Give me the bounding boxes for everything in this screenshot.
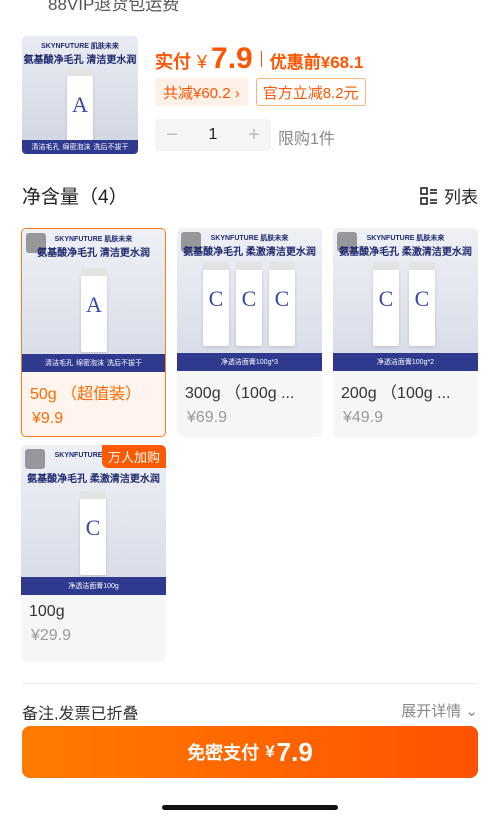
caption-bar: 净透洁面膏100g*2 <box>333 353 478 371</box>
option-image: SKYNFUTURE 肌肤未来 氨基酸净毛孔 柔激清洁更水润 C C C 净透洁… <box>177 228 322 371</box>
pay-yen: ¥ <box>265 742 275 761</box>
remark-label: 备注,发票已折叠 <box>22 706 139 720</box>
expand-details-button[interactable]: 展开详情 ⌄ <box>401 700 478 720</box>
brand-text: SKYNFUTURE 肌肤未来 <box>41 43 119 50</box>
option-card-100g[interactable]: 万人加购 SKYNFUTURE 肌肤未来 氨基酸净毛孔 柔激清洁更水润 C 净透… <box>21 445 166 662</box>
option-name: 50g （超值装） <box>30 386 142 403</box>
discount-detail-button[interactable]: 共减¥60.2 › <box>155 78 248 106</box>
chevron-down-icon: ⌄ <box>465 703 478 720</box>
claim-text: 氨基酸净毛孔 清洁更水润 <box>23 55 137 66</box>
brand-text: SKYNFUTURE 肌肤未来 <box>366 235 445 242</box>
divider <box>22 683 478 684</box>
price-before-discount: 优惠前¥68.1 <box>269 53 364 72</box>
claim-text: 氨基酸净毛孔 柔激清洁更水润 <box>339 247 472 258</box>
tube-image: C <box>80 491 106 575</box>
discount-tags: 共减¥60.2 › 官方立减8.2元 <box>155 78 366 106</box>
list-view-toggle[interactable]: 列表 <box>420 183 478 208</box>
brand-text: SKYNFUTURE 肌肤未来 <box>210 235 289 242</box>
quantity-value[interactable]: 1 <box>189 126 237 144</box>
pay-button[interactable]: 免密支付 ¥ 7.9 <box>22 726 478 778</box>
purchase-limit: 限购1件 <box>278 131 335 148</box>
tube-image: C <box>203 262 229 346</box>
view-label: 列表 <box>444 188 478 207</box>
option-image: SKYNFUTURE 肌肤未来 氨基酸净毛孔 柔激清洁更水润 C C 净透洁面膏… <box>333 228 478 371</box>
price-yen: ¥ <box>197 52 208 72</box>
section-title: 净含量（4） <box>22 187 128 208</box>
option-name: 300g （100g ... <box>185 385 295 402</box>
product-thumbnail[interactable]: SKYNFUTURE 肌肤未来 氨基酸净毛孔 清洁更水润 A 清洁毛孔 绵密泡沫… <box>22 36 138 154</box>
quantity-stepper: − 1 + <box>155 119 271 151</box>
top-clipped-text: 88VIP退货包运费 <box>48 0 180 14</box>
decrease-button[interactable]: − <box>155 124 189 147</box>
caption-bar: 净透洁面膏100g <box>21 577 166 595</box>
product-header: SKYNFUTURE 肌肤未来 氨基酸净毛孔 清洁更水润 A 清洁毛孔 绵密泡沫… <box>20 36 480 156</box>
tube-image: C <box>236 262 262 346</box>
option-card-200g[interactable]: SKYNFUTURE 肌肤未来 氨基酸净毛孔 柔激清洁更水润 C C 净透洁面膏… <box>333 228 478 437</box>
option-price: ¥29.9 <box>31 627 72 644</box>
option-name: 200g （100g ... <box>341 385 451 402</box>
feature-bar: 清洁毛孔 绵密泡沫 洗后不拔干 <box>22 140 138 154</box>
claim-text: 氨基酸净毛孔 柔激清洁更水润 <box>183 247 316 258</box>
option-card-300g[interactable]: SKYNFUTURE 肌肤未来 氨基酸净毛孔 柔激清洁更水润 C C C 净透洁… <box>177 228 322 437</box>
option-section-header: 净含量（4） 列表 <box>22 182 478 209</box>
official-discount-tag: 官方立减8.2元 <box>255 78 366 106</box>
option-price: ¥9.9 <box>32 410 64 427</box>
increase-button[interactable]: + <box>237 124 271 147</box>
pay-amount: 7.9 <box>276 736 313 767</box>
popular-badge: 万人加购 <box>101 445 166 468</box>
brand-text: SKYNFUTURE 肌肤未来 <box>54 236 133 243</box>
option-card-50g[interactable]: SKYNFUTURE 肌肤未来 氨基酸净毛孔 清洁更水润 A 清洁毛孔 绵密泡沫… <box>21 228 166 437</box>
claim-text: 氨基酸净毛孔 柔激清洁更水润 <box>27 474 160 485</box>
price-divider <box>260 51 262 67</box>
pay-label: 免密支付 <box>187 743 260 763</box>
remark-row[interactable]: 备注,发票已折叠 展开详情 ⌄ <box>0 690 500 720</box>
claim-text: 氨基酸净毛孔 清洁更水润 <box>37 248 150 259</box>
option-name: 100g <box>29 603 65 620</box>
option-price: ¥69.9 <box>187 409 228 426</box>
tube-image: C <box>373 262 399 346</box>
tube-image: A <box>81 268 107 352</box>
list-icon <box>420 186 437 205</box>
tube-image: C <box>409 262 435 346</box>
caption-bar: 净透洁面膏100g*3 <box>177 353 322 371</box>
price-label: 实付 <box>155 52 191 72</box>
option-image: SKYNFUTURE 肌肤未来 氨基酸净毛孔 清洁更水润 A 清洁毛孔 绵密泡沫… <box>22 229 165 372</box>
price-row: 实付 ¥ 7.9 优惠前¥68.1 <box>155 42 363 76</box>
option-price: ¥49.9 <box>343 409 384 426</box>
price-value: 7.9 <box>211 42 253 75</box>
feature-bar: 清洁毛孔 绵密泡沫 洗后不拔干 <box>22 354 165 372</box>
tube-image: C <box>269 262 295 346</box>
home-indicator[interactable] <box>162 805 338 810</box>
